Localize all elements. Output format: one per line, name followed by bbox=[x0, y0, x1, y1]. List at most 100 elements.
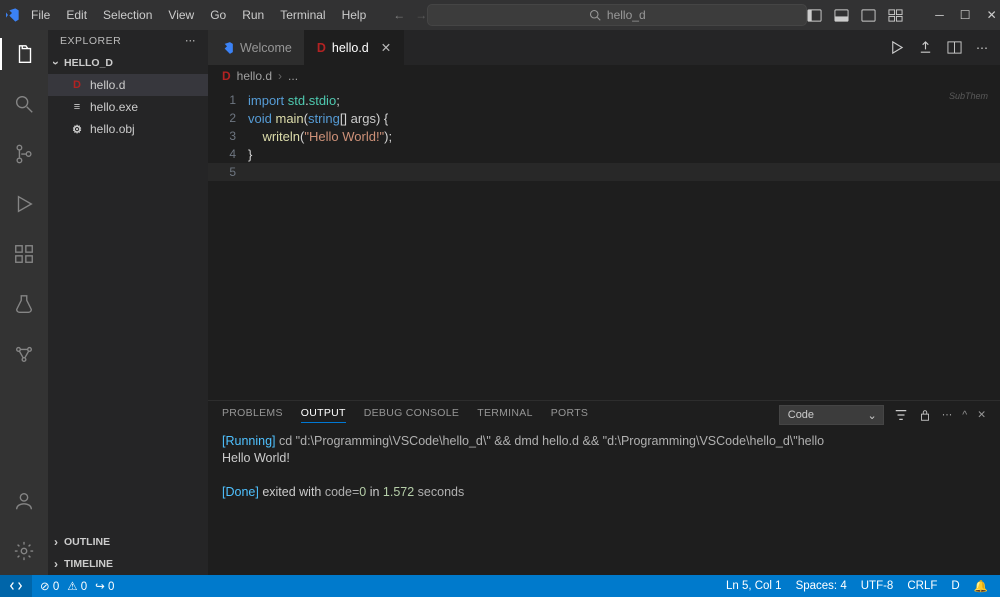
code-line[interactable]: 2void main(string[] args) { bbox=[208, 109, 1000, 127]
menu-help[interactable]: Help bbox=[335, 4, 374, 26]
code-text: void main(string[] args) { bbox=[248, 111, 388, 126]
file-label: hello.obj bbox=[90, 122, 135, 136]
menu-go[interactable]: Go bbox=[203, 4, 233, 26]
window-minimize-icon[interactable]: ─ bbox=[935, 8, 944, 22]
layout-sidebar-left-icon[interactable] bbox=[807, 8, 822, 23]
panel-tabs: PROBLEMS OUTPUT DEBUG CONSOLE TERMINAL PORTS… bbox=[208, 401, 1000, 429]
panel-more-icon[interactable]: ⋯ bbox=[942, 409, 953, 421]
panel-close-icon[interactable]: ✕ bbox=[977, 409, 986, 421]
split-editor-icon[interactable] bbox=[947, 40, 962, 55]
project-name: HELLO_D bbox=[64, 57, 113, 69]
activity-source-control[interactable] bbox=[0, 138, 48, 170]
dropdown-value: Code bbox=[788, 409, 814, 421]
filter-icon[interactable] bbox=[894, 408, 908, 422]
output-line: Hello World! bbox=[222, 450, 986, 467]
window-close-icon[interactable]: ✕ bbox=[987, 8, 997, 22]
activity-search[interactable] bbox=[0, 88, 48, 120]
line-number: 3 bbox=[208, 129, 248, 143]
sidebar-header: EXPLORER ⋯ bbox=[48, 30, 208, 52]
line-number: 5 bbox=[208, 165, 248, 179]
layout-panel-icon[interactable] bbox=[834, 8, 849, 23]
panel-maximize-icon[interactable]: ^ bbox=[962, 409, 967, 421]
sidebar-project-section[interactable]: HELLO_D bbox=[48, 52, 208, 74]
tab-welcome[interactable]: Welcome bbox=[208, 30, 305, 65]
activity-remote-explorer[interactable] bbox=[0, 338, 48, 370]
minimap-preview: SubThem bbox=[949, 91, 988, 101]
chevron-right-icon bbox=[54, 557, 60, 571]
menu-edit[interactable]: Edit bbox=[59, 4, 94, 26]
menu-view[interactable]: View bbox=[161, 4, 201, 26]
activity-settings[interactable] bbox=[0, 535, 48, 567]
main-area: EXPLORER ⋯ HELLO_D Dhello.d≡hello.exe⚙he… bbox=[0, 30, 1000, 575]
line-number: 4 bbox=[208, 147, 248, 161]
activity-run-debug[interactable] bbox=[0, 188, 48, 220]
output-content[interactable]: [Running] cd "d:\Programming\VSCode\hell… bbox=[208, 429, 1000, 575]
status-item[interactable]: Ln 5, Col 1 bbox=[726, 580, 782, 592]
layout-sidebar-right-icon[interactable] bbox=[861, 8, 876, 23]
breadcrumb[interactable]: D hello.d › ... bbox=[208, 65, 1000, 87]
nav-arrows: ← → bbox=[393, 8, 427, 22]
panel-tab-output[interactable]: OUTPUT bbox=[301, 407, 346, 423]
code-line[interactable]: 3 writeln("Hello World!"); bbox=[208, 127, 1000, 145]
tab-close-icon[interactable]: ✕ bbox=[381, 40, 391, 55]
status-item[interactable]: UTF-8 bbox=[861, 580, 894, 592]
status-item[interactable]: ↪ 0 bbox=[95, 579, 114, 593]
file-type-icon: ⚙ bbox=[70, 123, 84, 136]
status-item[interactable]: ⚠ 0 bbox=[67, 579, 87, 593]
file-type-icon: D bbox=[70, 79, 84, 91]
status-item[interactable]: CRLF bbox=[907, 580, 937, 592]
code-text: import std.stdio; bbox=[248, 93, 340, 108]
status-item[interactable]: D bbox=[951, 580, 959, 592]
lock-icon[interactable] bbox=[918, 408, 932, 422]
tab-label: hello.d bbox=[332, 41, 369, 55]
upload-icon[interactable] bbox=[918, 40, 933, 55]
editor-tabs: Welcome Dhello.d ✕ ⋯ bbox=[208, 30, 1000, 65]
tab-icon: D bbox=[317, 41, 326, 55]
nav-back-icon[interactable]: ← bbox=[393, 8, 405, 22]
sidebar-timeline-section[interactable]: TIMELINE bbox=[48, 553, 208, 575]
menu-file[interactable]: File bbox=[24, 4, 57, 26]
sidebar-more-icon[interactable]: ⋯ bbox=[185, 35, 196, 47]
command-center-text: hello_d bbox=[607, 8, 646, 22]
timeline-label: TIMELINE bbox=[64, 558, 113, 570]
layout-customize-icon[interactable] bbox=[888, 8, 903, 23]
nav-forward-icon[interactable]: → bbox=[415, 8, 427, 22]
command-center[interactable]: hello_d bbox=[427, 4, 807, 26]
code-line[interactable]: 5 bbox=[208, 163, 1000, 181]
run-icon[interactable] bbox=[889, 40, 904, 55]
activity-accounts[interactable] bbox=[0, 485, 48, 517]
output-channel-dropdown[interactable]: Code bbox=[779, 405, 884, 425]
activity-explorer[interactable] bbox=[0, 38, 48, 70]
file-hello-exe[interactable]: ≡hello.exe bbox=[48, 96, 208, 118]
tab-hello-d[interactable]: Dhello.d ✕ bbox=[305, 30, 404, 65]
panel-tab-debug-console[interactable]: DEBUG CONSOLE bbox=[364, 407, 460, 423]
breadcrumb-more: ... bbox=[288, 69, 298, 83]
code-line[interactable]: 1import std.stdio; bbox=[208, 91, 1000, 109]
title-right-controls: ─ ☐ ✕ bbox=[807, 8, 1000, 23]
sidebar-outline-section[interactable]: OUTLINE bbox=[48, 531, 208, 553]
status-bar: ⊘ 0 ⚠ 0 ↪ 0 Ln 5, Col 1 Spaces: 4 UTF-8 CRLF D… bbox=[0, 575, 1000, 597]
file-hello-obj[interactable]: ⚙ hello.obj bbox=[48, 118, 208, 140]
activity-testing[interactable] bbox=[0, 288, 48, 320]
code-editor[interactable]: SubThem 1import std.stdio;2void main(str… bbox=[208, 87, 1000, 400]
menu-run[interactable]: Run bbox=[235, 4, 271, 26]
status-item[interactable]: Spaces: 4 bbox=[796, 580, 847, 592]
file-label: hello.exe bbox=[90, 100, 138, 114]
panel-tab-problems[interactable]: PROBLEMS bbox=[222, 407, 283, 423]
menu-terminal[interactable]: Terminal bbox=[273, 4, 332, 26]
output-line bbox=[222, 467, 986, 484]
remote-indicator[interactable] bbox=[0, 575, 32, 597]
activity-extensions[interactable] bbox=[0, 238, 48, 270]
code-text: writeln("Hello World!"); bbox=[248, 129, 392, 144]
menu-selection[interactable]: Selection bbox=[96, 4, 159, 26]
vscode-logo-icon bbox=[4, 7, 20, 23]
more-icon[interactable]: ⋯ bbox=[976, 41, 988, 55]
panel-tab-terminal[interactable]: TERMINAL bbox=[477, 407, 533, 423]
status-item[interactable]: ⊘ 0 bbox=[40, 579, 59, 593]
file-hello-d[interactable]: Dhello.d bbox=[48, 74, 208, 96]
chevron-right-icon bbox=[54, 535, 60, 549]
panel-tab-ports[interactable]: PORTS bbox=[551, 407, 588, 423]
window-maximize-icon[interactable]: ☐ bbox=[960, 8, 971, 22]
code-line[interactable]: 4} bbox=[208, 145, 1000, 163]
status-item[interactable]: 🔔 bbox=[974, 579, 988, 593]
